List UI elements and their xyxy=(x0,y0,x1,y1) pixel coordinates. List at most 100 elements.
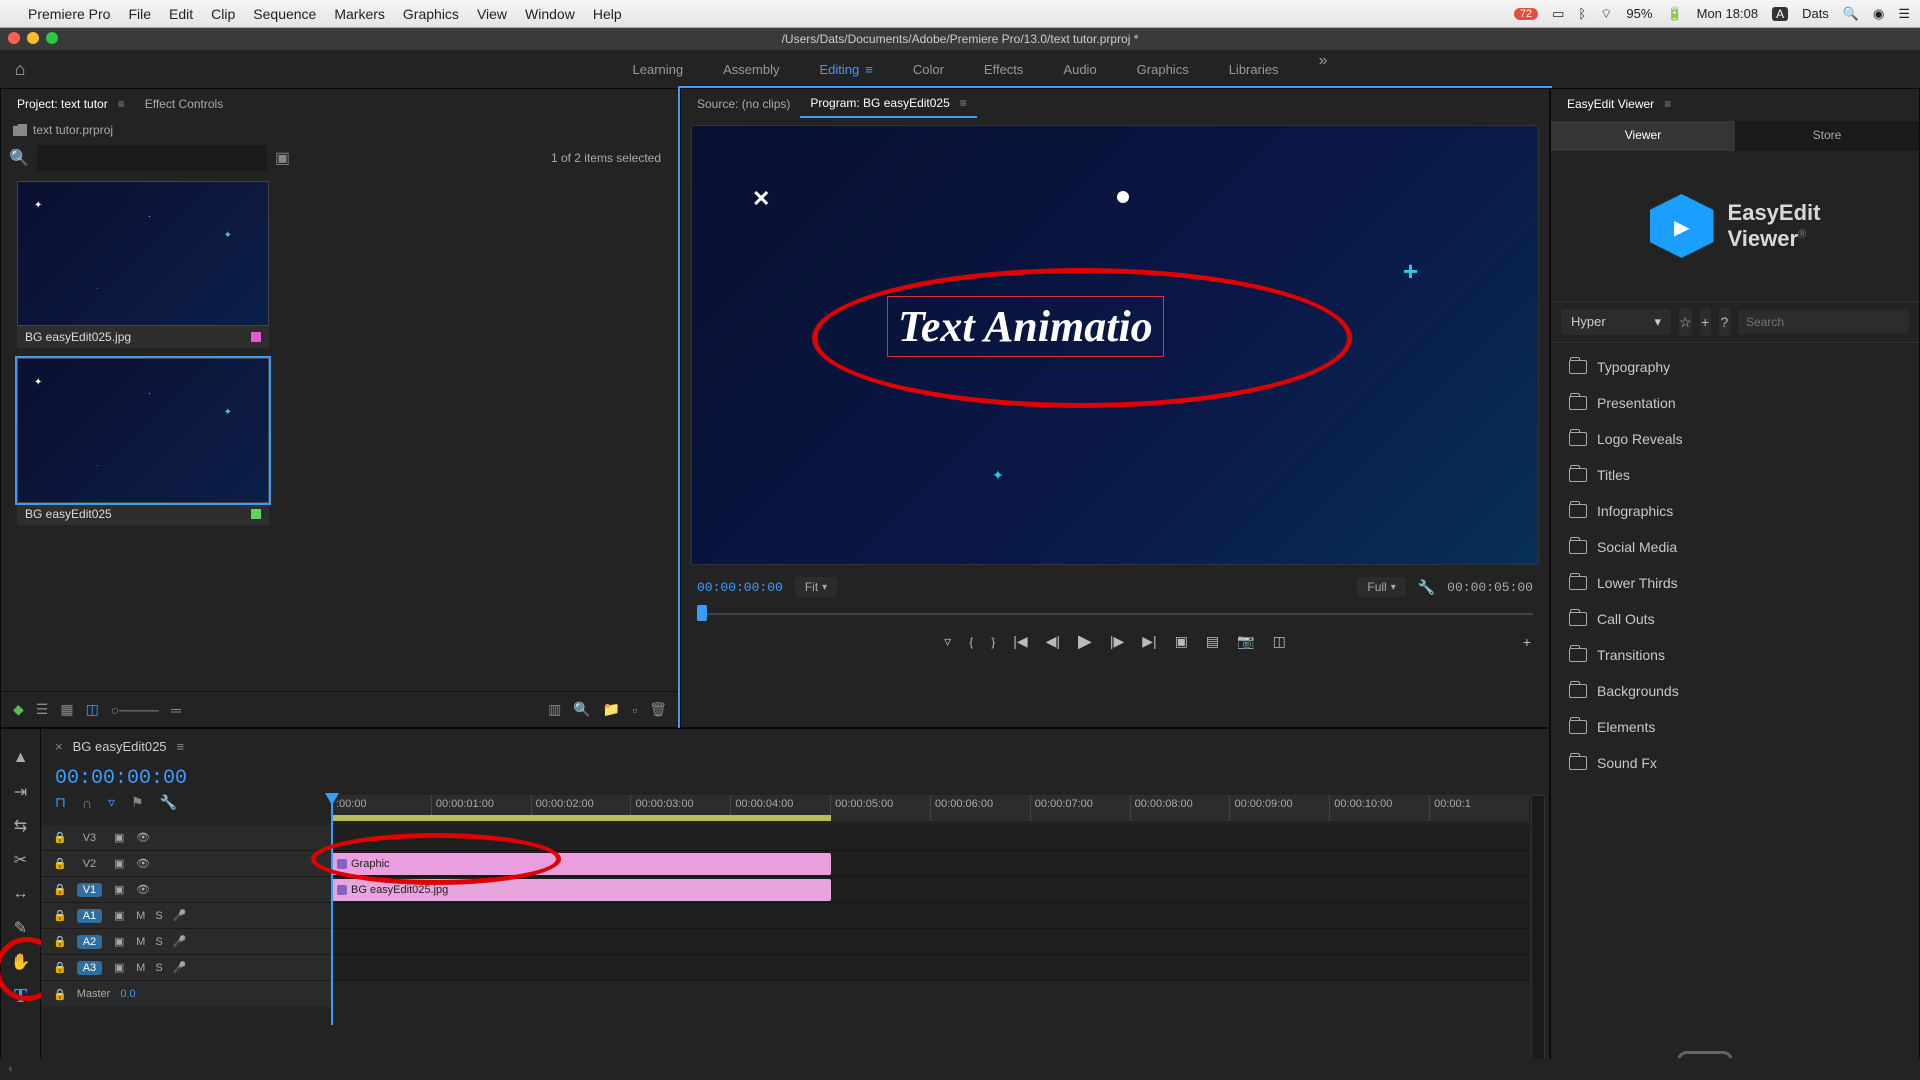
category-call-outs[interactable]: Call Outs xyxy=(1551,601,1919,637)
ripple-tool[interactable]: ⇆ xyxy=(10,815,32,837)
linked-sel-icon[interactable]: ∩ xyxy=(82,795,92,811)
category-typography[interactable]: Typography xyxy=(1551,349,1919,385)
new-bin-icon[interactable]: ▣ xyxy=(275,148,290,168)
pack-dropdown[interactable]: Hyper▾ xyxy=(1561,309,1671,335)
category-presentation[interactable]: Presentation xyxy=(1551,385,1919,421)
razor-tool[interactable]: ✂ xyxy=(10,849,32,871)
minimize-window-button[interactable] xyxy=(27,32,39,44)
display-icon[interactable]: ▭ xyxy=(1552,6,1564,22)
program-scrubber[interactable] xyxy=(697,603,1533,625)
menu-graphics[interactable]: Graphics xyxy=(403,6,459,22)
help-button[interactable]: ? xyxy=(1719,308,1730,336)
notification-badge[interactable]: 72 xyxy=(1514,8,1538,20)
list-view-icon[interactable]: ☰ xyxy=(36,701,49,718)
menu-window[interactable]: Window xyxy=(525,6,575,22)
icon-view-icon[interactable]: ▦ xyxy=(60,701,73,718)
favorite-button[interactable]: ☆ xyxy=(1679,308,1692,336)
goto-in-button[interactable]: |◀ xyxy=(1013,633,1027,650)
bin-item[interactable]: ✦·✦· BG easyEdit025.jpg xyxy=(17,181,269,348)
step-back-button[interactable]: ◀| xyxy=(1046,633,1060,650)
step-fwd-button[interactable]: |▶ xyxy=(1110,633,1124,650)
category-logo-reveals[interactable]: Logo Reveals xyxy=(1551,421,1919,457)
home-button[interactable]: ⌂ xyxy=(0,49,40,89)
bin-item[interactable]: ✦·✦· BG easyEdit025 xyxy=(17,358,269,525)
add-button[interactable]: + xyxy=(1700,308,1711,336)
program-tab[interactable]: Program: BG easyEdit025 xyxy=(800,90,976,118)
track-a2-lane[interactable] xyxy=(331,929,1529,955)
comparison-button[interactable]: ◫ xyxy=(1273,633,1286,650)
category-elements[interactable]: Elements xyxy=(1551,709,1919,745)
category-titles[interactable]: Titles xyxy=(1551,457,1919,493)
workspace-audio[interactable]: Audio xyxy=(1043,52,1116,87)
pen-tool[interactable]: ✎ xyxy=(10,917,32,939)
easyedit-tab[interactable]: EasyEdit Viewer xyxy=(1557,91,1681,117)
track-v1-lane[interactable]: BG easyEdit025.jpg xyxy=(331,877,1529,903)
category-infographics[interactable]: Infographics xyxy=(1551,493,1919,529)
category-backgrounds[interactable]: Backgrounds xyxy=(1551,673,1919,709)
clip-bg[interactable]: BG easyEdit025.jpg xyxy=(331,879,831,901)
rw-toggle-icon[interactable]: ◆ xyxy=(13,701,24,718)
play-button[interactable]: ▶ xyxy=(1078,631,1092,652)
easyedit-search-input[interactable] xyxy=(1738,310,1909,334)
slip-tool[interactable]: ↔ xyxy=(10,883,32,905)
export-frame-button[interactable]: 📷 xyxy=(1237,633,1254,650)
snap-icon[interactable]: ⊓ xyxy=(55,794,66,811)
lift-button[interactable]: ▣ xyxy=(1175,633,1188,650)
hand-tool[interactable]: ✋ xyxy=(10,951,32,973)
program-monitor[interactable]: ✕ + ✦ Text Animatio xyxy=(691,125,1539,565)
wrench-icon[interactable]: 🔧 xyxy=(160,794,177,811)
playhead[interactable] xyxy=(331,795,333,1025)
settings-icon[interactable]: 🔧 xyxy=(1418,579,1435,596)
track-header-a2[interactable]: 🔒A2▣MS🎤 xyxy=(41,929,331,955)
spotlight-icon[interactable]: 🔍 xyxy=(1843,6,1859,22)
find-icon[interactable]: 🔍 xyxy=(573,701,590,718)
source-tab[interactable]: Source: (no clips) xyxy=(687,91,800,117)
track-a1-lane[interactable] xyxy=(331,903,1529,929)
category-social-media[interactable]: Social Media xyxy=(1551,529,1919,565)
marker-add-icon[interactable]: ▿ xyxy=(108,794,115,811)
extract-button[interactable]: ▤ xyxy=(1206,633,1219,650)
track-a3-lane[interactable] xyxy=(331,955,1529,981)
settings-wrench-icon[interactable]: ⚑ xyxy=(131,794,144,811)
in-point-button[interactable]: { xyxy=(969,635,973,649)
control-center-icon[interactable]: ☰ xyxy=(1898,6,1910,22)
clip-graphic[interactable]: Graphic xyxy=(331,853,831,875)
sort-icon[interactable]: ═ xyxy=(171,702,181,718)
menu-file[interactable]: File xyxy=(128,6,151,22)
button-editor[interactable]: + xyxy=(1523,634,1531,650)
project-search-input[interactable] xyxy=(37,145,267,171)
bluetooth-icon[interactable]: ᛒ xyxy=(1578,6,1586,21)
siri-icon[interactable]: ◉ xyxy=(1873,6,1884,22)
menu-clip[interactable]: Clip xyxy=(211,6,235,22)
marker-button[interactable]: ▿ xyxy=(944,633,951,650)
selection-tool[interactable]: ▲ xyxy=(10,747,32,769)
menu-view[interactable]: View xyxy=(477,6,507,22)
project-tab[interactable]: Project: text tutor xyxy=(7,91,135,117)
master-track[interactable]: 🔒Master0.0 xyxy=(41,981,331,1007)
track-select-tool[interactable]: ⇥ xyxy=(10,781,32,803)
clock[interactable]: Mon 18:08 xyxy=(1697,6,1758,21)
workspace-editing[interactable]: Editing xyxy=(799,52,892,87)
track-header-a1[interactable]: 🔒A1▣MS🎤 xyxy=(41,903,331,929)
maximize-window-button[interactable] xyxy=(46,32,58,44)
category-lower-thirds[interactable]: Lower Thirds xyxy=(1551,565,1919,601)
work-area-bar[interactable] xyxy=(331,815,831,821)
resolution-dropdown[interactable]: Full xyxy=(1357,577,1405,597)
out-point-button[interactable]: } xyxy=(991,635,995,649)
zoom-fit-dropdown[interactable]: Fit xyxy=(795,577,837,597)
close-window-button[interactable] xyxy=(8,32,20,44)
new-item-button[interactable]: ▫ xyxy=(632,702,637,718)
input-source-icon[interactable]: A xyxy=(1772,7,1788,21)
category-sound-fx[interactable]: Sound Fx xyxy=(1551,745,1919,781)
menu-markers[interactable]: Markers xyxy=(334,6,385,22)
track-header-v1[interactable]: 🔒V1▣👁 xyxy=(41,877,331,903)
track-v3-lane[interactable] xyxy=(331,825,1529,851)
zoom-slider[interactable]: ○──── xyxy=(111,702,159,718)
automate-icon[interactable]: ▥ xyxy=(548,701,561,718)
battery-icon[interactable]: 🔋 xyxy=(1666,6,1682,22)
workspace-color[interactable]: Color xyxy=(893,52,964,87)
menu-edit[interactable]: Edit xyxy=(169,6,193,22)
workspace-learning[interactable]: Learning xyxy=(613,52,704,87)
user-name[interactable]: Dats xyxy=(1802,6,1829,21)
menu-sequence[interactable]: Sequence xyxy=(253,6,316,22)
